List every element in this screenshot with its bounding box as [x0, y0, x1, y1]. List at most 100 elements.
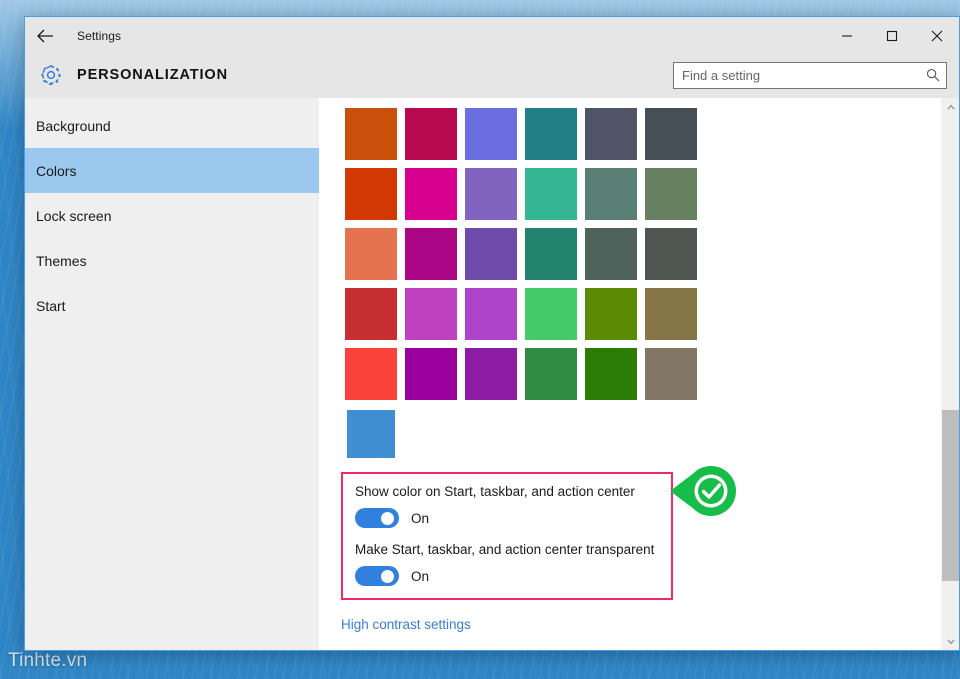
high-contrast-settings-link[interactable]: High contrast settings: [341, 617, 471, 632]
accent-color-grid[interactable]: [341, 104, 701, 464]
scrollbar-thumb[interactable]: [942, 410, 959, 582]
swatch-fill: [345, 168, 397, 220]
accent-color-swatch[interactable]: [521, 284, 581, 344]
accent-color-swatch[interactable]: [341, 404, 401, 464]
content-scrollbar[interactable]: [941, 98, 959, 650]
accent-color-swatch[interactable]: [461, 164, 521, 224]
sidebar-item-label: Colors: [36, 162, 77, 179]
sidebar-item-background[interactable]: Background: [25, 103, 319, 148]
swatch-fill: [525, 348, 577, 400]
accent-color-swatch[interactable]: [401, 344, 461, 404]
swatch-fill: [465, 348, 517, 400]
window-controls: [824, 17, 959, 54]
accent-color-swatch[interactable]: [641, 164, 701, 224]
swatch-fill: [345, 108, 397, 160]
site-watermark: Tinhte.vn: [8, 650, 88, 671]
swatch-fill: [465, 288, 517, 340]
sidebar-item-label: Themes: [36, 252, 87, 269]
swatch-fill: [585, 168, 637, 220]
swatch-fill: [465, 108, 517, 160]
accent-color-swatch[interactable]: [401, 104, 461, 164]
accent-color-swatch[interactable]: [581, 284, 641, 344]
toggle-knob: [381, 569, 394, 583]
swatch-fill: [585, 108, 637, 160]
sidebar-item-start[interactable]: Start: [25, 283, 319, 328]
accent-color-swatch[interactable]: [641, 344, 701, 404]
accent-color-swatch[interactable]: [461, 104, 521, 164]
accent-color-swatch[interactable]: [521, 164, 581, 224]
accent-color-swatch[interactable]: [521, 344, 581, 404]
swatch-fill: [345, 408, 397, 460]
swatch-fill: [525, 108, 577, 160]
title-bar: Settings: [25, 17, 959, 54]
search-box[interactable]: [673, 61, 947, 89]
accent-color-swatch[interactable]: [461, 284, 521, 344]
swatch-fill: [465, 168, 517, 220]
swatch-fill: [645, 228, 697, 280]
sidebar-item-colors[interactable]: Colors: [25, 148, 319, 193]
accent-color-swatch[interactable]: [341, 284, 401, 344]
sidebar-item-label: Lock screen: [36, 207, 112, 224]
swatch-fill: [645, 288, 697, 340]
swatch-fill: [465, 228, 517, 280]
accent-color-swatch[interactable]: [521, 104, 581, 164]
swatch-fill: [525, 288, 577, 340]
sidebar-item-themes[interactable]: Themes: [25, 238, 319, 283]
accent-color-swatch[interactable]: [341, 224, 401, 284]
accent-color-swatch[interactable]: [401, 224, 461, 284]
scrollbar-track[interactable]: [942, 115, 959, 633]
swatch-fill: [585, 288, 637, 340]
option-label: Show color on Start, taskbar, and action…: [355, 484, 635, 499]
high-contrast-row: High contrast settings: [341, 616, 941, 634]
toggle-knob: [381, 511, 394, 525]
window-body: Background Colors Lock screen Themes Sta…: [25, 98, 959, 650]
swatch-fill: [525, 168, 577, 220]
sidebar-item-lock-screen[interactable]: Lock screen: [25, 193, 319, 238]
app-header: PERSONALIZATION: [25, 54, 959, 98]
accent-color-swatch[interactable]: [341, 104, 401, 164]
scroll-down-icon[interactable]: [942, 633, 959, 650]
accent-color-swatch[interactable]: [581, 344, 641, 404]
accent-color-swatch[interactable]: [461, 224, 521, 284]
swatch-fill: [585, 348, 637, 400]
accent-color-swatch[interactable]: [521, 224, 581, 284]
search-input[interactable]: [674, 67, 920, 83]
sidebar-item-label: Start: [36, 297, 66, 314]
toggle-state-label: On: [411, 568, 430, 584]
accent-color-swatch[interactable]: [641, 224, 701, 284]
accent-color-swatch[interactable]: [401, 284, 461, 344]
accent-color-swatch[interactable]: [581, 224, 641, 284]
settings-window: Settings PERSONALIZATION Find a setting …: [24, 16, 960, 651]
swatch-fill: [405, 348, 457, 400]
minimize-button[interactable]: [824, 17, 869, 54]
color-options-highlight-box: Show color on Start, taskbar, and action…: [341, 472, 673, 600]
accent-color-swatch[interactable]: [641, 104, 701, 164]
accent-color-swatch[interactable]: [401, 164, 461, 224]
scroll-up-icon[interactable]: [942, 98, 959, 115]
accent-color-swatch[interactable]: [581, 104, 641, 164]
option-show-color: Show color on Start, taskbar, and action…: [355, 484, 671, 528]
transparency-toggle[interactable]: [355, 566, 399, 586]
swatch-fill: [585, 228, 637, 280]
show-color-toggle[interactable]: [355, 508, 399, 528]
swatch-fill: [405, 108, 457, 160]
option-label: Make Start, taskbar, and action center t…: [355, 542, 655, 557]
swatch-fill: [525, 228, 577, 280]
content-outer: Show color on Start, taskbar, and action…: [319, 98, 959, 650]
search-icon[interactable]: [920, 68, 946, 82]
maximize-button[interactable]: [869, 17, 914, 54]
swatch-fill: [345, 348, 397, 400]
swatch-fill: [645, 168, 697, 220]
window-title: Settings: [77, 28, 122, 43]
accent-color-swatch[interactable]: [341, 164, 401, 224]
close-button[interactable]: [914, 17, 959, 54]
green-check-arrow-icon: [668, 462, 744, 520]
accent-color-swatch[interactable]: [341, 344, 401, 404]
accent-color-swatch[interactable]: [641, 284, 701, 344]
accent-color-swatch[interactable]: [581, 164, 641, 224]
back-arrow-icon[interactable]: [25, 17, 65, 54]
swatch-fill: [405, 228, 457, 280]
accent-color-swatch[interactable]: [461, 344, 521, 404]
page-title: PERSONALIZATION: [77, 67, 228, 83]
swatch-fill: [645, 348, 697, 400]
